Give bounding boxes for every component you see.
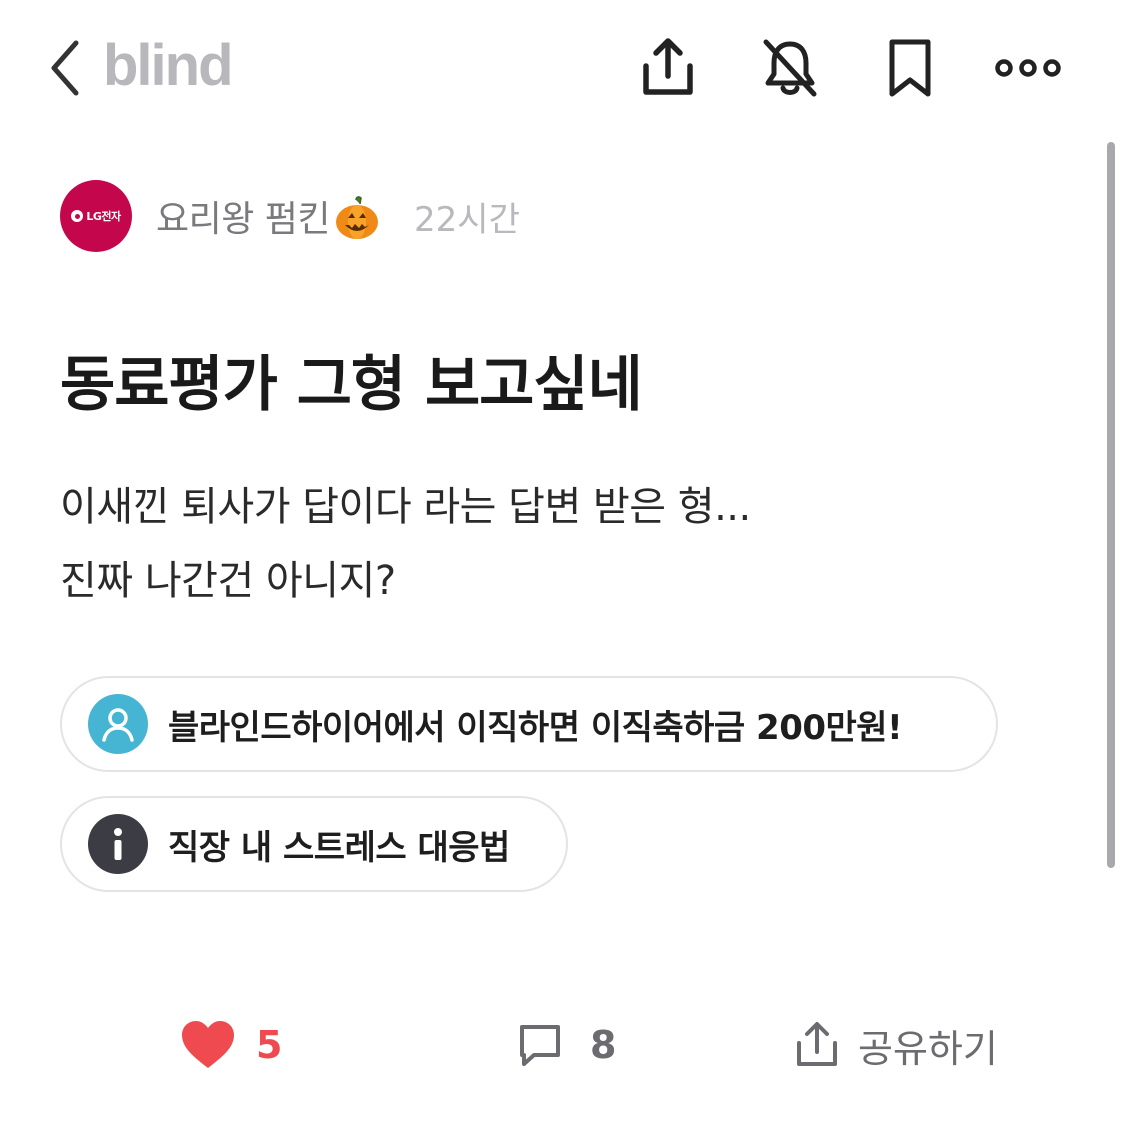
- comment-count: 8: [590, 1023, 617, 1067]
- lg-logo-icon: [71, 210, 84, 222]
- author-row: LG전자 요리왕 펌킨 22시간: [60, 180, 520, 252]
- bookmark-icon: [889, 39, 931, 97]
- post-body-line: 진짜 나간건 아니지?: [60, 558, 396, 604]
- post-title: 동료평가 그형 보고싶네: [60, 350, 643, 420]
- company-avatar[interactable]: LG전자: [60, 180, 132, 252]
- notification-off-button[interactable]: [752, 30, 828, 106]
- stress-guide-link-label: 직장 내 스트레스 대응법: [168, 827, 510, 868]
- back-button[interactable]: [40, 36, 90, 100]
- bell-off-icon: [763, 39, 817, 97]
- share-icon: [797, 1022, 837, 1066]
- like-button[interactable]: 5: [180, 1000, 282, 1090]
- more-icon: [995, 59, 1061, 77]
- stress-guide-link[interactable]: 직장 내 스트레스 대응법: [60, 796, 568, 892]
- pumpkin-icon: [336, 196, 379, 239]
- company-logo-text: LG전자: [86, 210, 121, 223]
- comment-button[interactable]: 8: [516, 1000, 616, 1090]
- like-count: 5: [256, 1023, 283, 1067]
- share-label: 공유하기: [858, 1026, 998, 1071]
- author-nickname: 요리왕 펌킨: [156, 199, 331, 240]
- info-icon: [88, 814, 148, 874]
- share-icon: [643, 38, 693, 95]
- author-name[interactable]: 요리왕 펌킨: [156, 190, 380, 242]
- more-button[interactable]: [990, 30, 1066, 106]
- post-body: 이새낀 퇴사가 답이다 라는 답변 받은 형... 진짜 나간건 아니지?: [60, 470, 751, 618]
- share-post-button[interactable]: 공유하기: [794, 1000, 998, 1090]
- back-icon: [51, 40, 79, 96]
- comment-icon: [520, 1025, 560, 1066]
- post-time: 22시간: [414, 199, 520, 240]
- top-bar: blind: [0, 0, 1125, 132]
- post-body-line: 이새낀 퇴사가 답이다 라는 답변 받은 형...: [60, 484, 751, 530]
- heart-icon: [182, 1021, 234, 1068]
- scrollbar[interactable]: [1107, 142, 1115, 868]
- share-button[interactable]: [630, 30, 706, 106]
- blind-logo[interactable]: blind: [103, 30, 234, 102]
- action-bar: 5 8 공유하기: [0, 1000, 1125, 1090]
- blind-hire-link[interactable]: 블라인드하이어에서 이직하면 이직축하금 200만원!: [60, 676, 998, 772]
- blind-hire-link-label: 블라인드하이어에서 이직하면 이직축하금 200만원!: [168, 707, 903, 748]
- user-icon: [88, 694, 148, 754]
- bookmark-button[interactable]: [872, 30, 948, 106]
